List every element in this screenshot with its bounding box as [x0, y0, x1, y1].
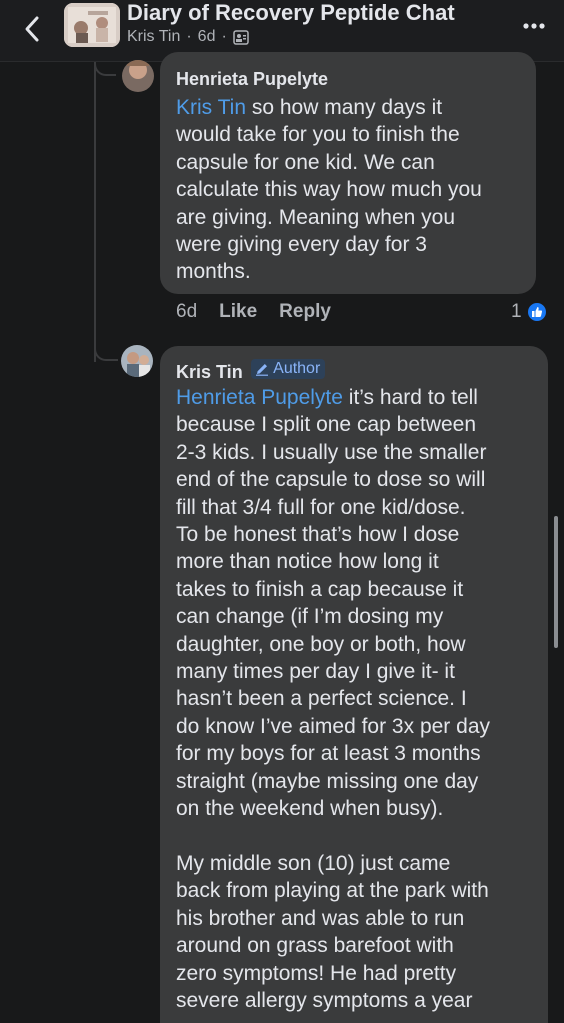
author-badge: Author — [251, 359, 326, 379]
reaction-count: 1 — [511, 301, 522, 322]
avatar[interactable] — [122, 60, 154, 92]
comment-line: severe allergy symptoms a year — [176, 988, 473, 1012]
comment-line: 2-3 kids. I usually use the smaller — [176, 440, 487, 464]
thread-line — [94, 62, 96, 362]
comment-line: his brother and was able to run — [176, 906, 465, 930]
comment-line: takes to finish a cap because it — [176, 577, 464, 601]
comment-line: many times per day I give it- it — [176, 660, 455, 684]
comment-actions: 6d Like Reply — [176, 301, 331, 323]
comment-line: back from playing at the park with — [176, 879, 489, 903]
comment-line: capsule for one kid. We can — [176, 150, 435, 174]
comment-line: would take for you to finish the — [176, 123, 460, 147]
comment-line: Henrieta Pupelyte it’s hard to tell — [176, 386, 478, 409]
mention-link[interactable]: Henrieta Pupelyte — [176, 386, 343, 409]
comment-line: hasn’t been a perfect science. I — [176, 687, 467, 711]
comment-line: for my boys for at least 3 months — [176, 742, 481, 766]
comment-line: calculate this way how much you — [176, 178, 482, 202]
post-author[interactable]: Kris Tin — [127, 28, 180, 46]
mention-link[interactable]: Kris Tin — [176, 96, 246, 119]
comment-line: do know I’ve aimed for 3x per day — [176, 714, 490, 738]
comment-line: daughter, one boy or both, how — [176, 632, 466, 656]
more-dots-icon[interactable] — [520, 14, 548, 38]
like-button[interactable]: Like — [219, 301, 257, 323]
comment-line: around on grass barefoot with — [176, 934, 454, 958]
group-thumbnail[interactable] — [64, 3, 120, 47]
comment-line: My middle son (10) just came — [176, 851, 451, 875]
comment-line: zero symptoms! He had pretty — [176, 961, 457, 985]
reaction-summary[interactable]: 1 — [511, 301, 548, 323]
comment-line: end of the capsule to dose so will — [176, 468, 486, 492]
comment-line: can change (if I’m dosing my — [176, 605, 444, 629]
thumbs-up-icon — [525, 301, 548, 323]
comment-line: To be honest that’s how I dose — [176, 523, 460, 547]
scrollbar[interactable] — [554, 516, 558, 648]
comment-time: 6d — [176, 301, 198, 322]
post-time: 6d — [197, 28, 216, 45]
comment-author[interactable]: Kris Tin — [176, 362, 243, 382]
group-title[interactable]: Diary of Recovery Peptide Chat — [127, 0, 455, 26]
separator: · — [186, 28, 192, 45]
comment-line: because I split one cap between — [176, 413, 477, 437]
comment-line: are giving. Meaning when you — [176, 205, 456, 229]
separator: · — [221, 28, 227, 45]
comment-line: Kris Tin so how many days it — [176, 96, 443, 119]
comment-author[interactable]: Henrieta Pupelyte — [176, 69, 328, 90]
post-subtitle: Kris Tin · 6d · — [127, 28, 249, 46]
comment-line: fill that 3/4 full for one kid/dose. — [176, 495, 466, 519]
thread-connector — [94, 62, 116, 76]
pencil-icon — [256, 364, 269, 376]
avatar[interactable] — [121, 345, 153, 377]
comment-bubble: Henrieta Pupelyte Kris Tin so how many d… — [160, 52, 536, 294]
members-icon — [233, 29, 249, 45]
comment-bubble: Kris Tin Author Henrieta Pupelyte it’s h… — [160, 346, 548, 1023]
chevron-left-icon[interactable] — [18, 12, 48, 46]
thread-connector — [94, 345, 118, 361]
comment-line: months. — [176, 260, 251, 284]
reply-button[interactable]: Reply — [279, 301, 331, 323]
comment-line — [176, 823, 546, 850]
comment-body: Henrieta Pupelyte it’s hard to tell beca… — [176, 384, 546, 1014]
comment-body: Kris Tin so how many days it would take … — [176, 94, 532, 286]
comment-line: straight (maybe missing one day — [176, 769, 479, 793]
comment-line: were giving every day for 3 — [176, 233, 427, 257]
comment-line: more than notice how long it — [176, 550, 439, 574]
comment-line: on the weekend when busy). — [176, 797, 444, 821]
